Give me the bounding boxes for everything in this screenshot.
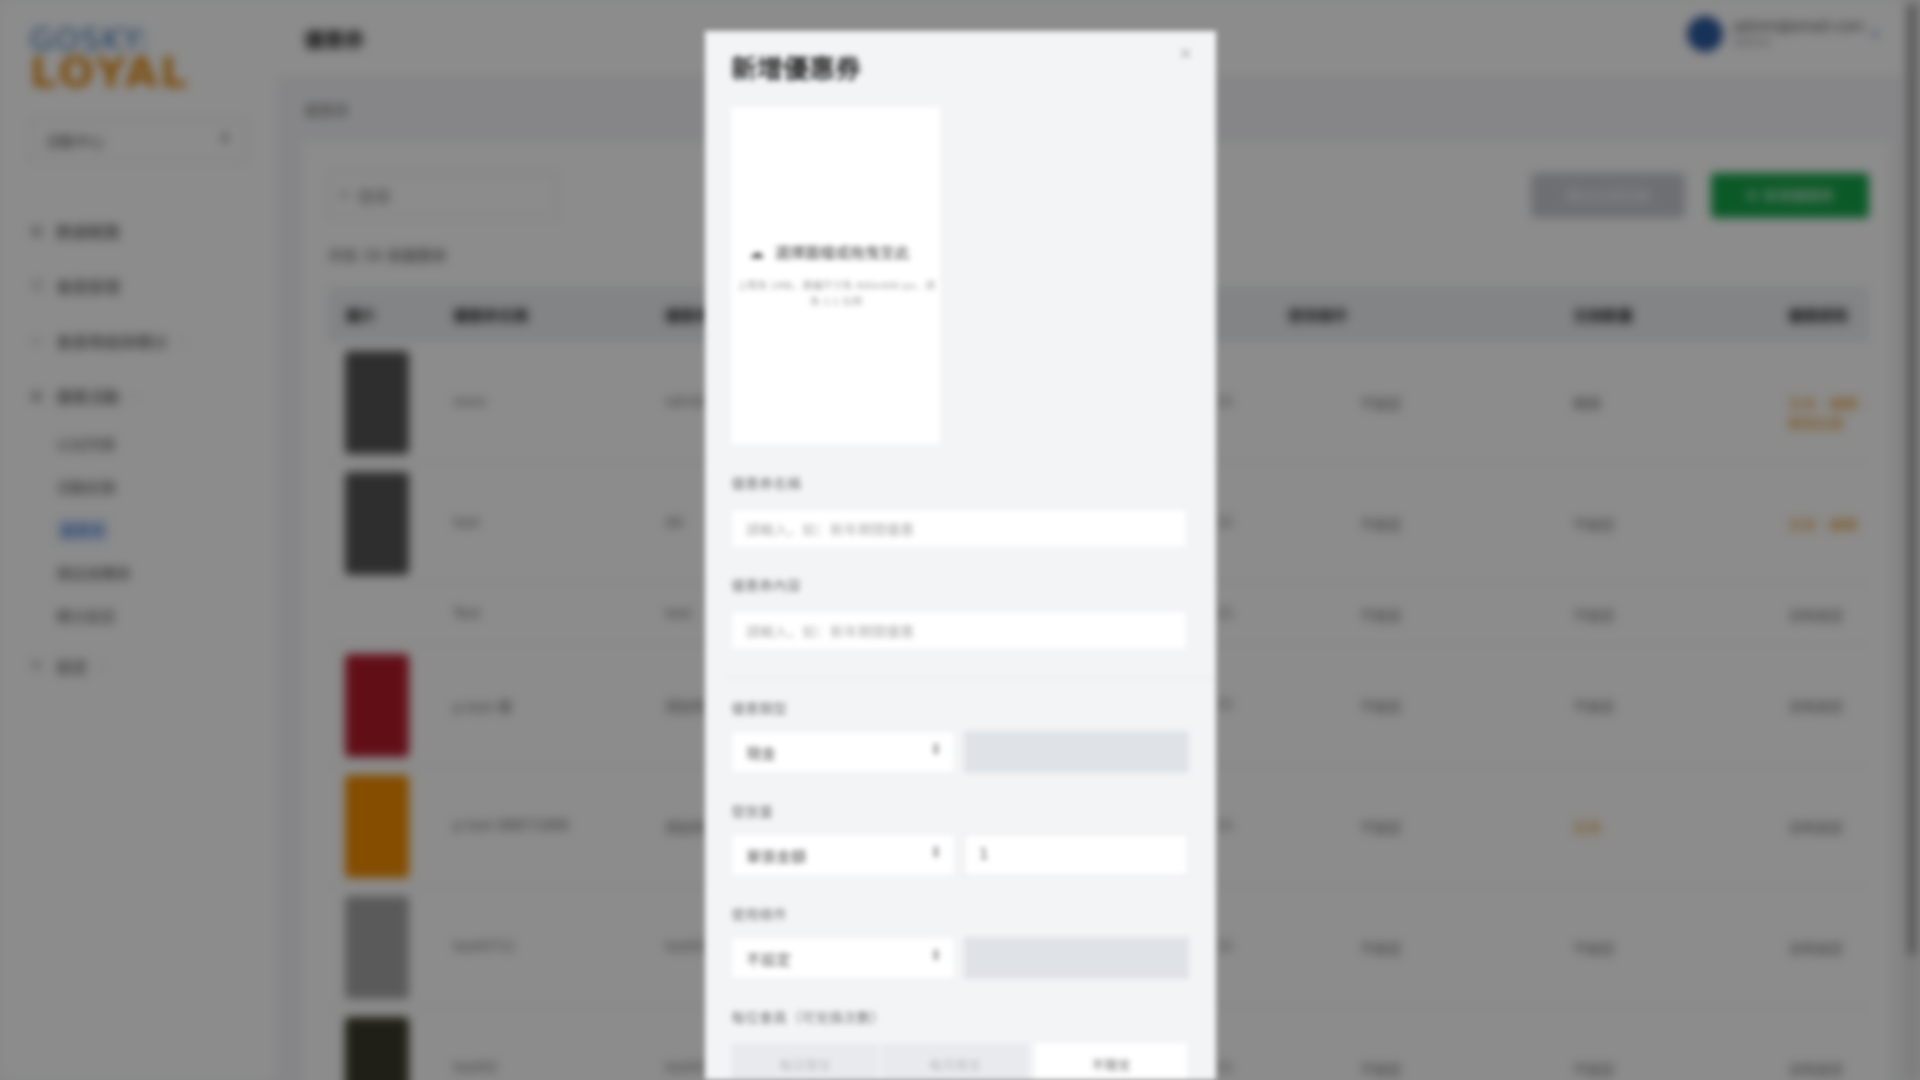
segment-daily-limit[interactable]: 每日限兌 [731,1043,879,1080]
name-label: 優惠券名稱 [731,477,801,493]
condition-amount-field[interactable] [964,937,1189,979]
upload-prompt: ☁ 選擇圖檔或拖曳至此 [749,242,939,263]
segment-no-limit[interactable]: 不限兌 [1035,1043,1187,1080]
coupon-name-placeholder: 請輸入，如：新年期間優惠 [746,523,914,539]
segment-monthly-limit[interactable]: 每月限兌 [881,1043,1029,1080]
quantity-field[interactable]: 1 [964,834,1189,876]
quantity-label: 發放量 [731,805,773,821]
quantity-value: 1 [979,845,989,863]
upload-cloud-icon: ☁ [749,244,764,262]
condition-select[interactable]: 不設定 ⇕ [731,937,955,979]
coupon-name-field[interactable]: 請輸入，如：新年期間優惠 [731,509,1187,548]
dialog-title: 新增優惠券 [731,55,862,85]
close-icon[interactable]: × [1178,43,1193,64]
condition-value: 不設定 [746,951,792,969]
coupon-type-amount-field[interactable] [964,731,1189,773]
upload-label: 選擇圖檔或拖曳至此 [774,244,910,262]
upload-hint: 上限為 1MB，建議尺寸為 400x400 px，須為 1:1 比例 [737,281,935,308]
coupon-type-select[interactable]: 現金 ⇕ [731,731,955,773]
quantity-type-select[interactable]: 單張金額 ⇕ [731,834,955,876]
coupon-type-value: 現金 [746,745,777,763]
divider [725,677,1216,678]
quantity-type-value: 單張金額 [746,848,807,866]
image-upload-area[interactable]: ☁ 選擇圖檔或拖曳至此 上限為 1MB，建議尺寸為 400x400 px，須為 … [731,107,940,444]
coupon-content-placeholder: 請輸入，如：新年期間優惠 [746,625,914,641]
content-label: 優惠券內容 [731,579,801,595]
sort-caret-icon: ⇕ [930,742,942,758]
sort-caret-icon: ⇕ [930,948,942,964]
coupon-content-field[interactable]: 請輸入，如：新年期間優惠 [731,611,1187,650]
condition-label: 使用條件 [731,908,787,924]
redeem-limit-label: 每位會員（可兌換次數） [731,1011,885,1027]
sort-caret-icon: ⇕ [930,845,942,861]
add-coupon-dialog: 新增優惠券 × ☁ 選擇圖檔或拖曳至此 上限為 1MB，建議尺寸為 400x40… [705,31,1216,1080]
type-label: 優惠類型 [731,702,787,718]
